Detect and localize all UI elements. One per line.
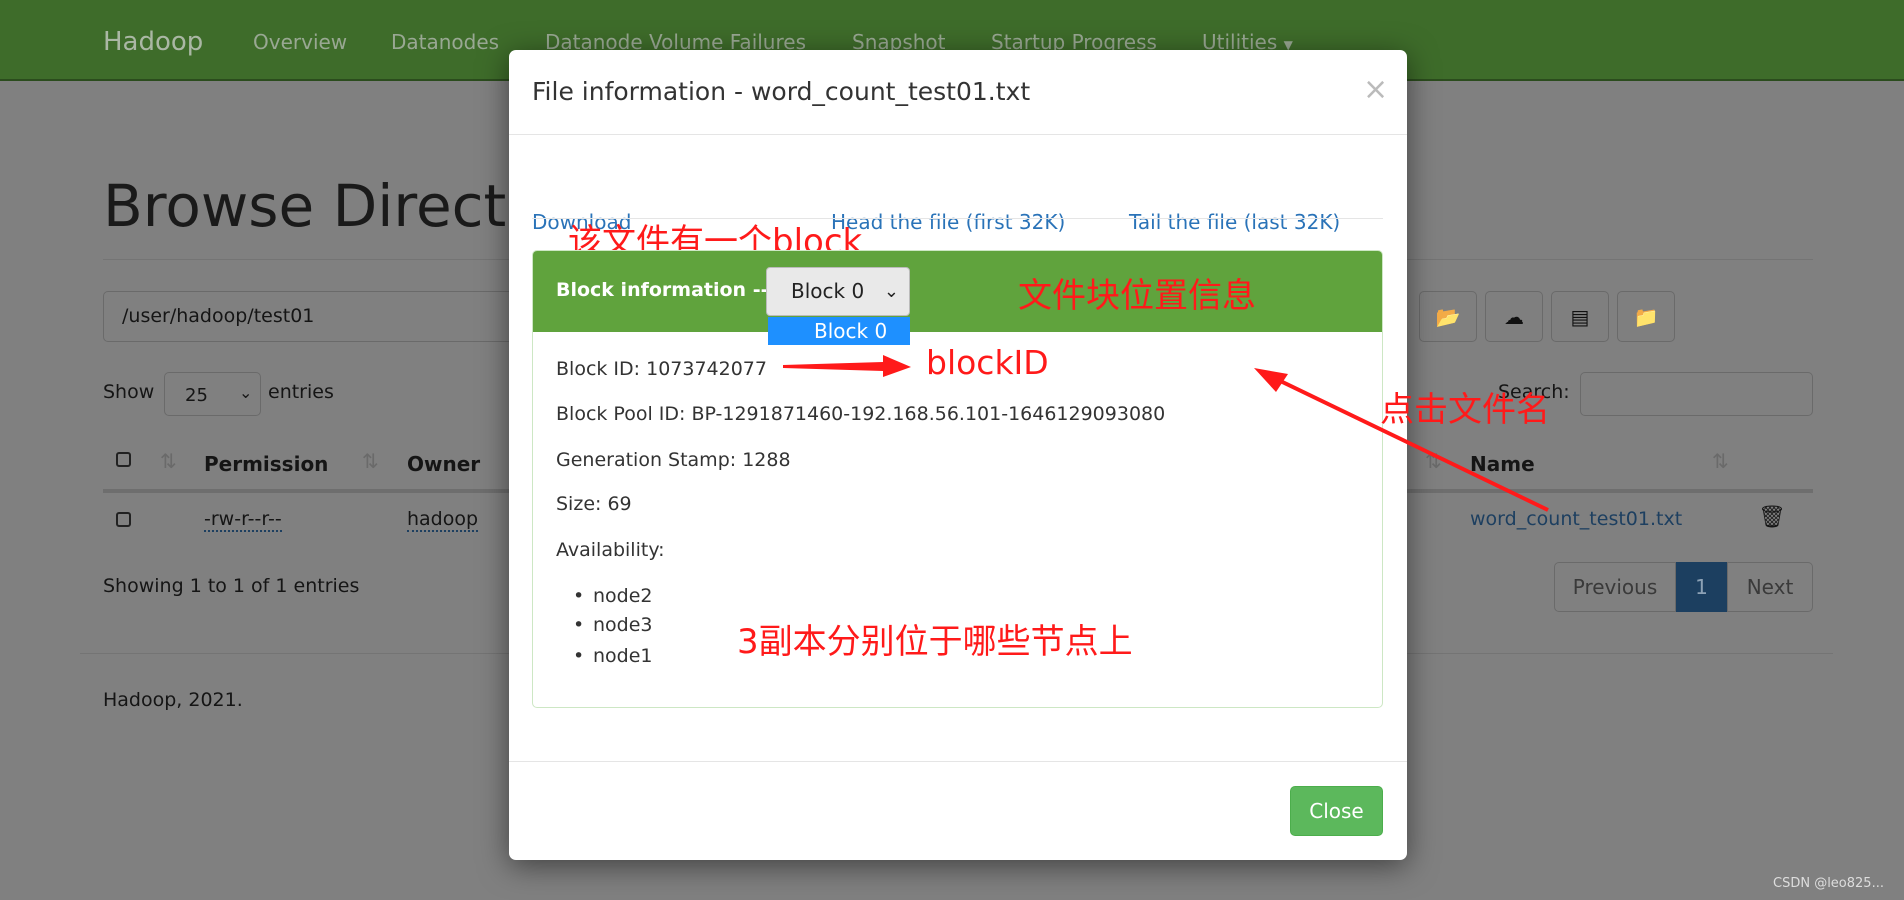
row-checkbox[interactable]: [116, 512, 131, 527]
path-input[interactable]: /user/hadoop/test01: [103, 291, 523, 342]
owner-cell[interactable]: hadoop: [407, 508, 479, 532]
entries-value: 25: [185, 385, 208, 406]
list-icon: ▤: [1570, 305, 1590, 329]
entries-label: entries: [268, 381, 334, 403]
annotation-arrow-blockid: [783, 355, 911, 377]
modal-header-border: [509, 134, 1407, 135]
tail-file-link[interactable]: Tail the file (last 32K): [1129, 210, 1340, 234]
node-item: node3: [573, 614, 652, 636]
upload-button[interactable]: ☁: [1485, 291, 1543, 342]
column-owner[interactable]: Owner: [407, 452, 480, 476]
node-item: node2: [573, 585, 652, 607]
sort-icon[interactable]: ⇅: [1712, 449, 1729, 473]
footer-text: Hadoop, 2021.: [103, 689, 243, 711]
block-pool-id: Block Pool ID: BP-1291871460-192.168.56.…: [556, 403, 1166, 425]
cut-paste-button[interactable]: ▤: [1551, 291, 1609, 342]
create-directory-button[interactable]: 📂: [1419, 291, 1477, 342]
sort-icon[interactable]: ⇅: [362, 449, 379, 473]
folder-open-icon: 📂: [1435, 305, 1461, 329]
annotation-click-filename: 点击文件名: [1380, 390, 1550, 430]
nav-datanodes[interactable]: Datanodes: [391, 30, 499, 54]
path-value: /user/hadoop/test01: [122, 305, 315, 327]
folder-move-icon: 📁: [1633, 305, 1659, 329]
search-input[interactable]: [1580, 372, 1813, 416]
block-size: Size: 69: [556, 493, 632, 515]
previous-button[interactable]: Previous: [1554, 562, 1676, 612]
permission-cell[interactable]: -rw-r--r--: [204, 508, 282, 532]
trash-icon[interactable]: 🗑: [1758, 505, 1786, 530]
close-x-icon[interactable]: ×: [1363, 72, 1388, 107]
annotation-block-location: 文件块位置信息: [1018, 276, 1256, 316]
chevron-down-icon: ⌄: [239, 383, 253, 402]
chevron-down-icon: ⌄: [883, 281, 899, 302]
watermark: CSDN @leo825...: [1773, 876, 1884, 891]
table-info: Showing 1 to 1 of 1 entries: [103, 575, 360, 597]
node-item: node1: [573, 645, 652, 667]
block-id: Block ID: 1073742077: [556, 358, 767, 380]
next-button[interactable]: Next: [1727, 562, 1813, 612]
select-all-checkbox[interactable]: [116, 452, 131, 467]
head-file-link[interactable]: Head the file (first 32K): [831, 210, 1065, 234]
cloud-upload-icon: ☁: [1504, 305, 1524, 329]
modal-footer-border: [509, 761, 1407, 762]
block-select-value: Block 0: [791, 279, 865, 303]
page-1-button[interactable]: 1: [1676, 562, 1727, 612]
block-info-label: Block information --: [556, 279, 769, 301]
entries-select[interactable]: 25 ⌄: [164, 372, 261, 416]
availability-label: Availability:: [556, 539, 665, 561]
sort-icon[interactable]: ⇅: [160, 449, 177, 473]
block-info-heading: Block information -- Block 0 ⌄ 文件块位置信息: [533, 251, 1382, 332]
nav-overview[interactable]: Overview: [253, 30, 347, 54]
block-select[interactable]: Block 0 ⌄: [766, 267, 910, 316]
generation-stamp: Generation Stamp: 1288: [556, 449, 791, 471]
annotation-blockid: blockID: [926, 343, 1049, 382]
modal-title: File information - word_count_test01.txt: [532, 77, 1031, 106]
move-button[interactable]: 📁: [1617, 291, 1675, 342]
column-permission[interactable]: Permission: [204, 452, 328, 476]
navbar-brand[interactable]: Hadoop: [103, 27, 203, 57]
block-option-0[interactable]: Block 0: [768, 317, 910, 345]
annotation-replicas: 3副本分别位于哪些节点上: [737, 622, 1133, 662]
show-label: Show: [103, 381, 155, 403]
close-button[interactable]: Close: [1290, 786, 1383, 836]
